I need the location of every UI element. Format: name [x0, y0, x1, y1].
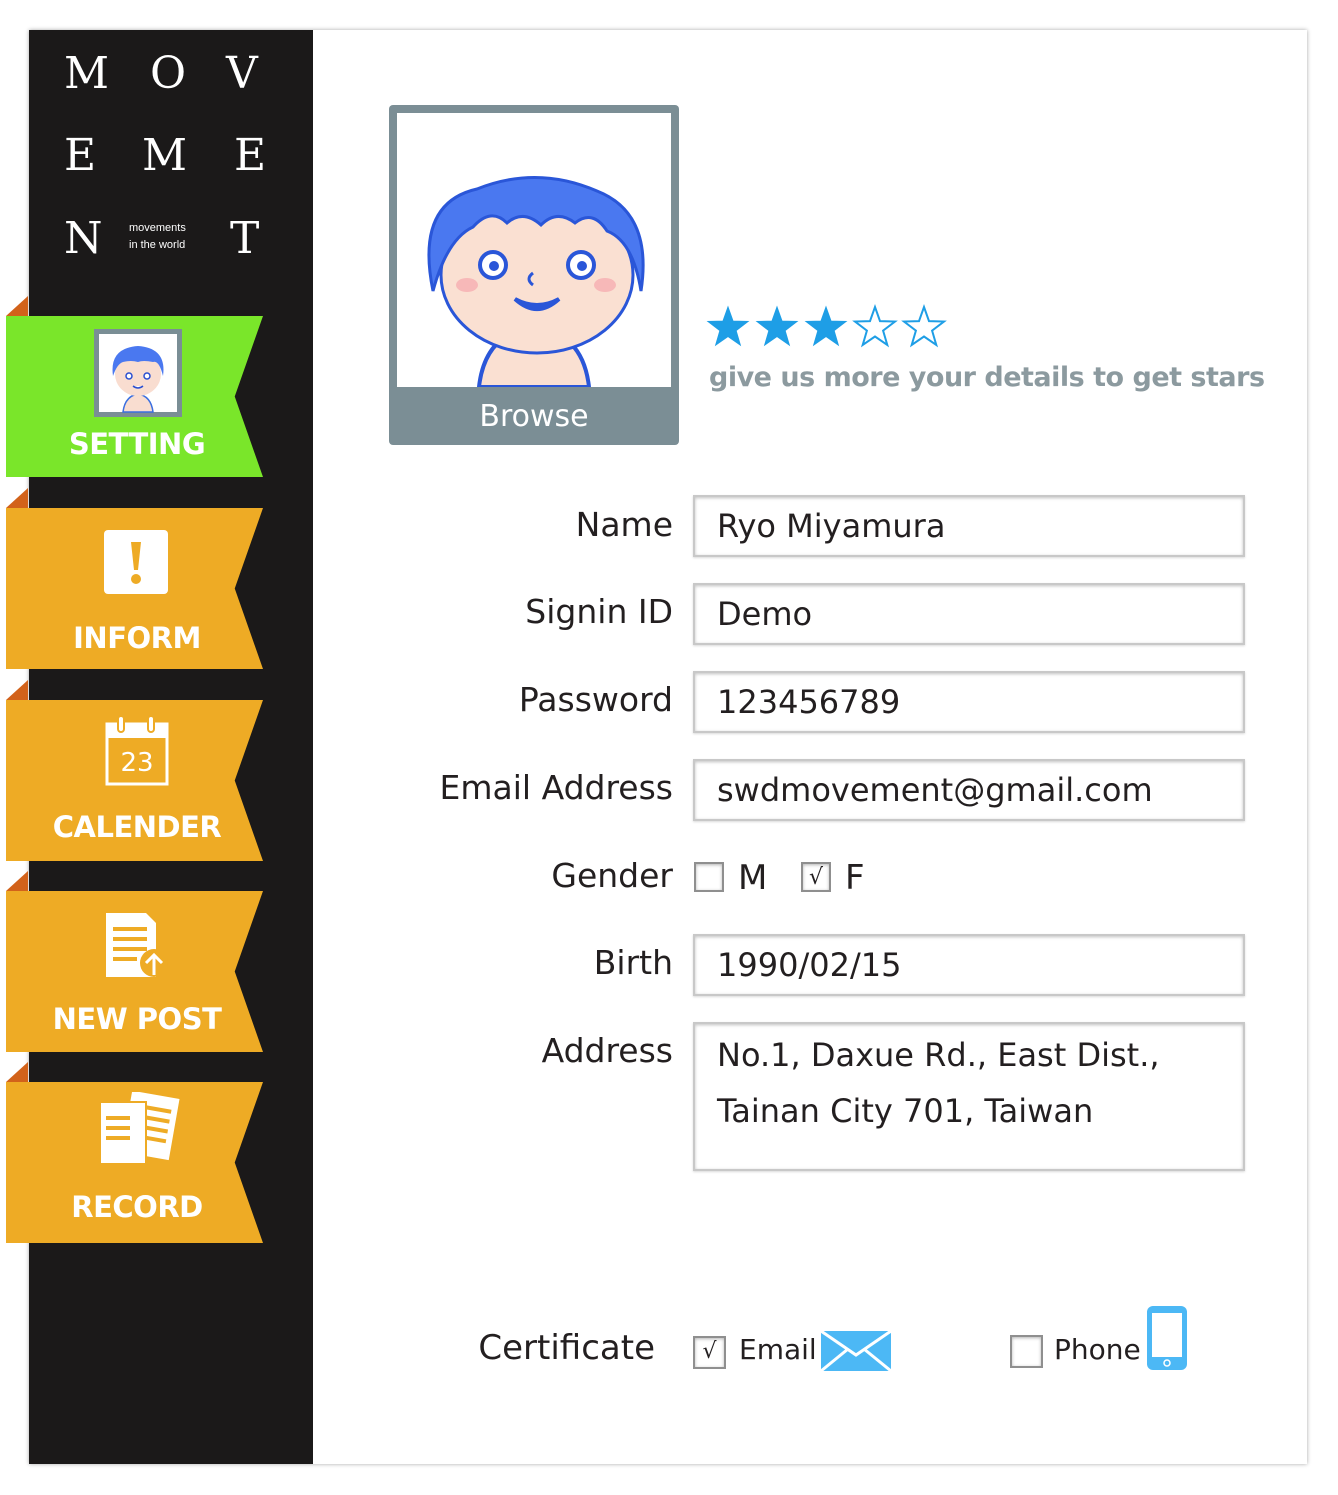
- document-upload-icon: [106, 913, 170, 981]
- calendar-day: 23: [120, 748, 154, 778]
- nav-tab-label: INFORM: [73, 621, 201, 655]
- signin-label: Signin ID: [525, 592, 673, 631]
- address-line: No.1, Daxue Rd., East Dist.,: [717, 1036, 1160, 1074]
- tab-fold: [6, 488, 28, 508]
- logo-letter: M: [142, 130, 188, 181]
- nav-tab-setting[interactable]: SETTING: [6, 296, 263, 477]
- address-field[interactable]: No.1, Daxue Rd., East Dist., Tainan City…: [693, 1022, 1245, 1171]
- star-empty-icon: [852, 304, 898, 348]
- phone-icon: [1146, 1305, 1188, 1375]
- certificate-email-label: Email: [739, 1333, 817, 1366]
- brand-logo: M O V E M E N T movements in the world: [29, 30, 313, 290]
- avatar-image: [397, 113, 671, 387]
- logo-letter: E: [234, 130, 267, 181]
- nav-tab-record[interactable]: RECORD: [6, 1062, 263, 1243]
- star-rating: [706, 304, 950, 354]
- logo-letter: V: [226, 48, 258, 99]
- tab-fold: [6, 680, 28, 700]
- nav-tab-label: SETTING: [68, 427, 206, 461]
- logo-letter: O: [150, 48, 187, 99]
- name-label: Name: [575, 505, 673, 544]
- gender-f-checkbox[interactable]: √: [801, 862, 831, 892]
- exclamation-icon: [104, 530, 168, 598]
- nav-tab-new-post[interactable]: NEW POST: [6, 871, 263, 1052]
- birth-field[interactable]: 1990/02/15: [693, 934, 1245, 996]
- envelope-icon: [820, 1329, 892, 1375]
- nav-tab-label: NEW POST: [52, 1002, 222, 1036]
- gender-label: Gender: [551, 856, 673, 895]
- avatar-icon: [93, 328, 183, 422]
- nav-tab-label: CALENDER: [52, 810, 222, 844]
- name-field[interactable]: Ryo Miyamura: [693, 495, 1245, 557]
- tab-fold: [6, 871, 28, 891]
- password-label: Password: [518, 680, 673, 719]
- nav-tab-inform[interactable]: INFORM: [6, 488, 263, 669]
- star-filled-icon: [755, 305, 799, 347]
- tab-fold: [6, 296, 28, 316]
- logo-tagline: movements in the world: [129, 222, 186, 251]
- birth-label: Birth: [593, 943, 673, 982]
- address-line: Tainan City 701, Taiwan: [717, 1092, 1094, 1130]
- logo-letter: E: [64, 130, 97, 181]
- certificate-phone-label: Phone: [1054, 1333, 1141, 1366]
- tab-fold: [6, 1062, 28, 1082]
- email-label: Email Address: [439, 768, 673, 807]
- nav-tab-calender[interactable]: 23 CALENDER: [6, 680, 263, 861]
- certificate-email-checkbox[interactable]: √: [693, 1336, 726, 1369]
- logo-letter: T: [230, 213, 260, 264]
- gender-f-label: F: [845, 858, 865, 898]
- address-label: Address: [541, 1031, 673, 1070]
- profile-photo[interactable]: Browse: [389, 105, 679, 445]
- gender-m-checkbox[interactable]: [694, 862, 724, 892]
- documents-icon: [98, 1090, 180, 1170]
- certificate-label: Certificate: [478, 1328, 655, 1368]
- rating-hint: give us more your details to get stars: [709, 362, 1265, 393]
- logo-letter: M: [64, 48, 110, 99]
- email-field[interactable]: swdmovement@gmail.com: [693, 759, 1245, 821]
- browse-button[interactable]: Browse: [389, 393, 679, 441]
- certificate-phone-checkbox[interactable]: [1010, 1335, 1043, 1368]
- logo-letter: N: [64, 213, 103, 264]
- gender-m-label: M: [738, 858, 768, 898]
- nav-tab-label: RECORD: [71, 1190, 203, 1224]
- password-field[interactable]: 123456789: [693, 671, 1245, 733]
- calendar-icon: 23: [105, 714, 169, 792]
- star-empty-icon: [901, 304, 947, 348]
- star-filled-icon: [804, 305, 848, 347]
- star-filled-icon: [706, 305, 750, 347]
- signin-field[interactable]: Demo: [693, 583, 1245, 645]
